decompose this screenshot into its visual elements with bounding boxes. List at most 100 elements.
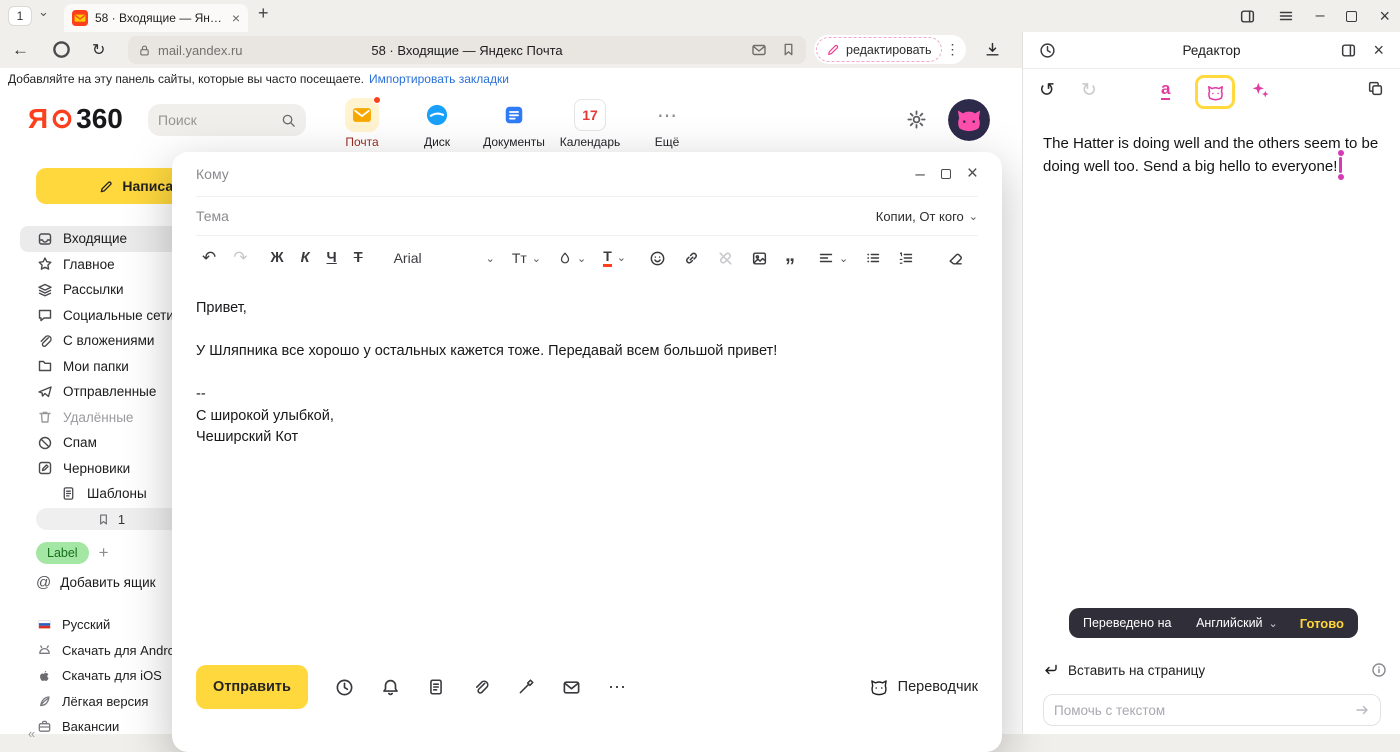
reminder-bell-icon[interactable] xyxy=(381,678,400,697)
highlight-color-select[interactable]: ⌄ xyxy=(558,251,586,265)
subject-row[interactable]: Тема Копии, От кого ⌄ xyxy=(172,197,1002,235)
window-close-button[interactable]: × xyxy=(1379,7,1390,25)
compose-pencil-icon xyxy=(99,179,114,194)
bookmark-icon[interactable] xyxy=(781,42,796,57)
to-row[interactable]: Кому – × xyxy=(172,152,1002,196)
unlink-icon[interactable] xyxy=(717,250,734,267)
downloads-icon[interactable] xyxy=(984,41,1001,58)
underline-button[interactable]: Ч xyxy=(327,250,337,266)
attach-paperclip-icon[interactable] xyxy=(472,678,490,696)
bullet-list-icon[interactable] xyxy=(865,250,881,266)
import-bookmarks-link[interactable]: Импортировать закладки xyxy=(369,72,509,86)
service-disk[interactable]: Диск xyxy=(399,98,475,149)
folder-label: Главное xyxy=(63,257,115,272)
search-box[interactable] xyxy=(148,104,306,136)
editor-undo-icon[interactable]: ↺ xyxy=(1039,79,1055,102)
yandex-services-icon[interactable] xyxy=(52,40,71,59)
cc-from-toggle[interactable]: Копии, От кого ⌄ xyxy=(876,209,978,224)
refresh-icon[interactable]: ↻ xyxy=(92,40,105,60)
service-docs[interactable]: Документы xyxy=(476,98,552,149)
settings-gear-icon[interactable] xyxy=(906,109,927,130)
image-icon[interactable] xyxy=(751,250,768,267)
service-label: Ещё xyxy=(655,135,680,149)
editor-redo-icon[interactable]: ↻ xyxy=(1081,79,1097,102)
active-tab[interactable]: 58 · Входящие — Янд... × xyxy=(64,4,248,32)
tab-counter[interactable]: 1 xyxy=(8,6,32,26)
link-icon[interactable] xyxy=(683,250,700,267)
user-avatar[interactable] xyxy=(948,99,990,141)
search-icon[interactable] xyxy=(281,113,296,128)
lock-icon xyxy=(138,44,151,57)
folder-label: Социальные сети xyxy=(63,308,174,323)
compose-body[interactable]: Привет, У Шляпника все хорошо у остальны… xyxy=(172,280,1002,467)
pinned-filter[interactable]: 1 xyxy=(36,508,186,530)
calendar-date: 17 xyxy=(582,107,598,123)
side-panels-icon[interactable] xyxy=(1239,8,1256,25)
eraser-icon[interactable] xyxy=(947,250,964,267)
mail-notify-icon[interactable] xyxy=(751,42,767,58)
tab-close-icon[interactable]: × xyxy=(232,10,240,26)
browser-toolbar: ← ↻ mail.yandex.ru 58 · Входящие — Яндек… xyxy=(0,32,1022,68)
translate-letter-icon[interactable]: a xyxy=(1161,80,1170,100)
redo-icon[interactable]: ↷ xyxy=(233,248,247,268)
folder-label: Шаблоны xyxy=(87,486,147,501)
text-color-select[interactable]: Т ⌄ xyxy=(603,249,626,267)
back-button[interactable]: ← xyxy=(12,40,29,60)
submit-arrow-icon[interactable] xyxy=(1354,702,1370,718)
service-mail[interactable]: Почта xyxy=(324,98,400,149)
trash-icon xyxy=(36,409,53,425)
window-maximize-button[interactable] xyxy=(1346,11,1357,22)
browser-menu-icon[interactable] xyxy=(1278,8,1294,24)
envelope-icon[interactable] xyxy=(562,678,581,697)
search-input[interactable] xyxy=(158,112,268,128)
folder-label: Входящие xyxy=(63,231,127,246)
add-mailbox-button[interactable]: @ Добавить ящик xyxy=(36,574,156,591)
copy-icon[interactable] xyxy=(1367,80,1384,97)
yandex-360-logo[interactable]: Я 360 xyxy=(28,103,123,135)
cat-avatar-icon xyxy=(948,99,990,141)
ai-helper-input[interactable] xyxy=(1054,703,1354,718)
translated-text[interactable]: The Hatter is doing well and the others … xyxy=(1043,132,1383,179)
compose-minimize-icon[interactable]: – xyxy=(915,164,924,184)
tab-list-chevron-icon[interactable]: ⌄ xyxy=(38,4,49,20)
italic-button[interactable]: К xyxy=(301,250,310,266)
schedule-clock-icon[interactable] xyxy=(335,678,354,697)
footer-label: Русский xyxy=(62,617,110,632)
signature-pen-icon[interactable] xyxy=(517,678,535,696)
font-size-select[interactable]: Тт ⌄ xyxy=(512,250,541,266)
to-label: Кому xyxy=(196,166,229,182)
done-button[interactable]: Готово xyxy=(1300,616,1344,631)
align-select[interactable]: ⌄ xyxy=(818,250,848,266)
undo-icon[interactable]: ↶ xyxy=(202,248,216,268)
emoji-icon[interactable] xyxy=(649,250,666,267)
edit-page-button[interactable]: редактировать ⋮ xyxy=(814,35,966,64)
insert-to-page-button[interactable]: Вставить на страницу xyxy=(1043,662,1387,678)
send-button[interactable]: Отправить xyxy=(196,665,308,709)
font-select[interactable]: Arial ⌄ xyxy=(394,250,495,266)
address-bar[interactable]: mail.yandex.ru 58 · Входящие — Яндекс По… xyxy=(128,36,806,64)
more-options-icon[interactable]: ⋯ xyxy=(608,677,626,698)
service-more[interactable]: ⋯ Ещё xyxy=(629,98,705,149)
sparkles-icon[interactable] xyxy=(1251,81,1269,99)
numbered-list-icon[interactable] xyxy=(898,250,914,266)
language-select[interactable]: Английский ⌄ xyxy=(1196,616,1278,630)
new-tab-button[interactable]: + xyxy=(258,3,269,24)
info-icon[interactable] xyxy=(1371,662,1387,678)
footer-label: Вакансии xyxy=(62,719,119,734)
window-minimize-button[interactable]: – xyxy=(1316,8,1325,24)
flag-icon xyxy=(97,513,110,526)
quote-icon[interactable]: „ xyxy=(785,251,795,259)
notes-icon[interactable] xyxy=(427,678,445,696)
compose-close-icon[interactable]: × xyxy=(967,163,978,185)
service-calendar[interactable]: 17 Календарь xyxy=(552,98,628,149)
add-label-button[interactable]: + xyxy=(99,543,109,563)
compose-maximize-icon[interactable] xyxy=(941,169,951,179)
highlighted-cat-tool[interactable] xyxy=(1195,75,1235,109)
translator-button[interactable]: Переводчик xyxy=(869,677,978,697)
edit-menu-icon[interactable]: ⋮ xyxy=(946,41,960,58)
service-label: Документы xyxy=(483,135,545,149)
label-tag[interactable]: Label xyxy=(36,542,89,564)
bold-button[interactable]: Ж xyxy=(271,250,284,266)
strikethrough-button[interactable]: Т xyxy=(354,250,363,266)
ai-helper-inputbox[interactable] xyxy=(1043,694,1381,726)
